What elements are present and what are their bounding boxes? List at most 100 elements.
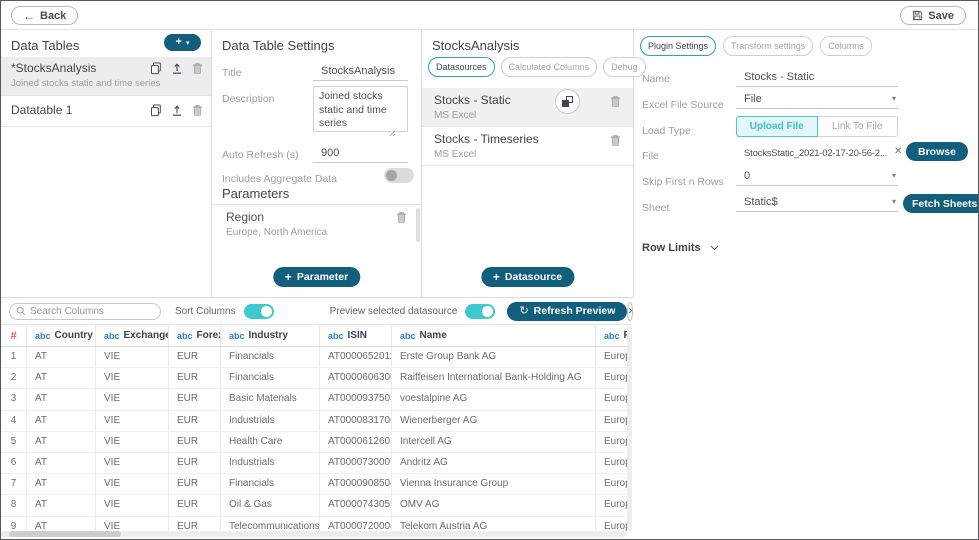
- table-cell: AT: [27, 474, 96, 494]
- file-row: File StocksStatic_2021-02-17-20-56-2... …: [642, 146, 979, 168]
- scrollbar-thumb[interactable]: [416, 208, 420, 242]
- column-header-exchange[interactable]: abcExchange: [96, 325, 169, 346]
- row-limits-expander[interactable]: Row Limits: [642, 242, 719, 254]
- add-parameter-button[interactable]: + Parameter: [273, 267, 360, 287]
- upload-icon[interactable]: [171, 62, 183, 75]
- vertical-scrollbar[interactable]: [627, 326, 632, 530]
- table-cell: Europe: [596, 368, 631, 388]
- preview-table-header: # abcCountry abcExchange abcForex abcInd…: [1, 324, 631, 347]
- copy-icon[interactable]: [150, 104, 162, 117]
- refresh-preview-label: Refresh Preview: [534, 305, 616, 317]
- aggregate-row: Includes Aggregate Data: [222, 169, 409, 187]
- column-header-industry[interactable]: abcIndustry: [221, 325, 320, 346]
- data-table-item-stocksanalysis[interactable]: *StocksAnalysis Joined stocks static and…: [1, 57, 211, 96]
- excel-file-source-select[interactable]: File ▾: [736, 93, 898, 109]
- table-cell: Intercell AG: [392, 432, 596, 452]
- horizontal-scrollbar-thumb[interactable]: [9, 531, 121, 537]
- plugin-settings-panel: Plugin Settings Transform settings Colum…: [634, 30, 979, 538]
- upload-icon[interactable]: [171, 104, 183, 117]
- add-datasource-button[interactable]: + Datasource: [481, 267, 574, 287]
- table-cell: Financials: [221, 368, 320, 388]
- chevron-down-icon: ▾: [892, 94, 896, 103]
- table-cell: Wienerberger AG: [392, 411, 596, 431]
- table-cell: AT: [27, 347, 96, 367]
- table-cell: Europe: [596, 389, 631, 409]
- row-index-cell: 4: [1, 411, 27, 431]
- plus-icon: +: [493, 271, 500, 283]
- name-input[interactable]: [736, 71, 898, 86]
- delete-icon[interactable]: [610, 95, 621, 108]
- sheet-row: Sheet Static$ ▾ Fetch Sheets: [642, 198, 979, 220]
- tab-columns[interactable]: Columns: [820, 36, 872, 56]
- back-button[interactable]: ← Back: [11, 6, 78, 25]
- preview-datasource-toggle[interactable]: [465, 304, 495, 319]
- save-button[interactable]: Save: [900, 6, 966, 25]
- table-cell: Europe: [596, 411, 631, 431]
- table-cell: voestalpine AG: [392, 389, 596, 409]
- tab-calculated-columns[interactable]: Calculated Columns: [501, 57, 598, 77]
- sort-columns-label: Sort Columns: [175, 306, 236, 317]
- join-datasources-button[interactable]: [555, 89, 580, 114]
- column-header-isin[interactable]: abcISIN: [320, 325, 392, 346]
- aggregate-toggle[interactable]: [384, 168, 414, 183]
- parameter-item-region[interactable]: Region Europe, North America: [212, 205, 421, 245]
- delete-icon[interactable]: [192, 62, 203, 75]
- data-tables-panel: Data Tables + ▾ *StocksAnalysis Joined s…: [1, 30, 212, 297]
- link-to-file-segment[interactable]: Link To File: [818, 116, 899, 137]
- table-cell: EUR: [169, 453, 221, 473]
- column-header-country[interactable]: abcCountry: [27, 325, 96, 346]
- datasource-item-static[interactable]: Stocks - Static MS Excel: [422, 88, 633, 127]
- column-header-region[interactable]: abcRegion: [596, 325, 631, 346]
- tab-plugin-settings[interactable]: Plugin Settings: [640, 36, 716, 56]
- text-type-icon: abc: [229, 331, 245, 341]
- table-cell: Health Care: [221, 432, 320, 452]
- sort-columns-toggle[interactable]: [244, 304, 274, 319]
- row-index-cell: 2: [1, 368, 27, 388]
- tab-transform-settings[interactable]: Transform settings: [723, 36, 813, 56]
- row-index-cell: 3: [1, 389, 27, 409]
- excel-file-source-row: Excel File Source File ▾: [642, 95, 979, 115]
- skip-rows-select[interactable]: 0 ▾: [736, 170, 898, 186]
- plus-icon: +: [176, 37, 182, 48]
- refresh-preview-button[interactable]: ↻ Refresh Preview: [507, 302, 627, 321]
- delete-icon[interactable]: [192, 104, 203, 117]
- table-cell: Europe: [596, 453, 631, 473]
- add-data-table-button[interactable]: + ▾: [164, 34, 201, 51]
- table-cell: Raiffeisen International Bank-Holding AG: [392, 368, 596, 388]
- upload-file-segment[interactable]: Upload File: [736, 116, 818, 137]
- preview-section: Sort Columns Preview selected datasource…: [1, 297, 634, 538]
- search-columns-input[interactable]: [30, 306, 154, 317]
- table-cell: Vienna Insurance Group: [392, 474, 596, 494]
- table-cell: Erste Group Bank AG: [392, 347, 596, 367]
- data-table-item-datatable1[interactable]: Datatable 1: [1, 96, 211, 127]
- datasource-item-timeseries[interactable]: Stocks - Timeseries MS Excel: [422, 127, 633, 166]
- table-cell: Industrials: [221, 411, 320, 431]
- sheet-select[interactable]: Static$ ▾: [736, 196, 898, 212]
- delete-icon[interactable]: [610, 134, 621, 147]
- index-column-header[interactable]: #: [1, 325, 27, 346]
- column-header-name[interactable]: abcName: [392, 325, 596, 346]
- fetch-sheets-button[interactable]: Fetch Sheets: [903, 194, 979, 213]
- join-icon: [561, 95, 574, 108]
- tab-datasources[interactable]: Datasources: [428, 57, 495, 77]
- copy-icon[interactable]: [150, 62, 162, 75]
- table-cell: AT: [27, 411, 96, 431]
- auto-refresh-input[interactable]: [313, 147, 408, 162]
- browse-button[interactable]: Browse: [906, 142, 968, 161]
- expand-panel-button[interactable]: ›: [627, 302, 633, 321]
- skip-rows-label: Skip First n Rows: [642, 176, 724, 188]
- title-input[interactable]: [313, 65, 408, 80]
- load-type-label: Load Type: [642, 125, 691, 137]
- data-table-description: Joined stocks static and time series: [11, 78, 160, 89]
- delete-icon[interactable]: [396, 211, 407, 224]
- preview-datasource-label: Preview selected datasource: [330, 306, 458, 317]
- column-header-forex[interactable]: abcForex: [169, 325, 221, 346]
- clear-file-icon[interactable]: ✕: [894, 146, 902, 157]
- table-cell: Oil & Gas: [221, 495, 320, 515]
- name-label: Name: [642, 73, 670, 85]
- row-index-cell: 6: [1, 453, 27, 473]
- table-cell: Andritz AG: [392, 453, 596, 473]
- resize-handle-icon[interactable]: [389, 124, 396, 142]
- name-row: Name: [642, 69, 979, 89]
- plugin-tabs: Plugin Settings Transform settings Colum…: [640, 36, 872, 56]
